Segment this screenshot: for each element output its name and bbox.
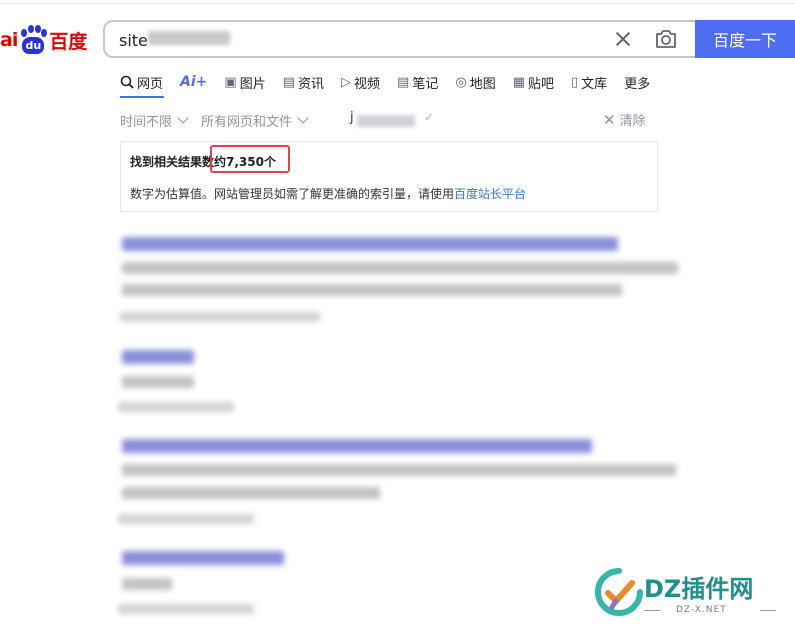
tab-images[interactable]: ▣ 图片	[224, 72, 265, 92]
result-snippet	[122, 284, 622, 296]
clear-search-icon[interactable]	[610, 28, 636, 52]
result-title[interactable]	[122, 350, 194, 364]
search-button[interactable]: 百度一下	[695, 20, 795, 58]
tab-tieba[interactable]: ▦ 贴吧	[513, 72, 554, 92]
scope-filter[interactable]: 所有网页和文件	[201, 111, 309, 130]
result-url[interactable]	[120, 312, 320, 322]
map-icon: ◎	[455, 74, 467, 90]
top-divider	[0, 3, 795, 4]
result-url[interactable]	[118, 514, 254, 524]
watermark-divider	[644, 610, 660, 611]
result-snippet	[122, 376, 194, 388]
site-filter[interactable]: j	[350, 110, 354, 125]
note-icon: ▤	[397, 74, 410, 90]
chevron-down-icon	[297, 111, 309, 124]
result-snippet	[122, 487, 380, 499]
tieba-icon: ▦	[512, 74, 525, 90]
tab-ai[interactable]: Ai+	[180, 72, 207, 92]
edit-icon[interactable]: ✓	[424, 110, 434, 124]
tab-video[interactable]: ▷ 视频	[341, 72, 380, 92]
result-count-box: 找到相关结果数约7,350个 数字为估算值。网站管理员如需了解更准确的索引量，请…	[120, 141, 658, 212]
tab-web[interactable]: 网页	[120, 72, 163, 92]
doc-icon: ▯	[571, 74, 579, 90]
result-snippet	[122, 262, 678, 274]
video-icon: ▷	[341, 74, 352, 90]
result-snippet	[122, 578, 172, 590]
result-count-note: 数字为估算值。网站管理员如需了解更准确的索引量，请使用百度站长平台	[130, 187, 527, 201]
search-tabs: 网页 Ai+ ▣ 图片 ▤ 资讯 ▷ 视频 ▤ 笔记 ◎ 地图 ▦ 贴吧 ▯ 文…	[120, 72, 667, 96]
active-tab-indicator	[120, 96, 164, 98]
redacted-query	[148, 31, 230, 45]
logo-text-cn: 百度	[49, 30, 88, 53]
dz-logo-icon	[595, 568, 643, 616]
watermark-text: DZ插件网	[644, 575, 754, 603]
result-title[interactable]	[122, 439, 592, 453]
time-filter[interactable]: 时间不限	[120, 111, 189, 130]
tab-more[interactable]: 更多	[624, 72, 650, 92]
tab-wenku[interactable]: ▯ 文库	[571, 72, 607, 92]
ai-icon: Ai+	[180, 74, 208, 90]
paw-icon: du	[18, 25, 48, 55]
highlight-box	[210, 145, 290, 173]
chevron-down-icon	[177, 111, 189, 124]
result-url[interactable]	[118, 402, 234, 412]
result-title[interactable]	[122, 237, 618, 251]
result-title[interactable]	[122, 551, 284, 565]
tab-notes[interactable]: ▤ 笔记	[397, 72, 438, 92]
tab-news[interactable]: ▤ 资讯	[283, 72, 324, 92]
result-url[interactable]	[118, 604, 254, 614]
filter-bar: 时间不限 所有网页和文件	[120, 110, 321, 130]
redacted-site	[357, 115, 415, 127]
watermark-divider	[760, 610, 776, 611]
image-icon: ▣	[224, 74, 237, 90]
logo-text-latin: ai	[0, 29, 18, 51]
camera-icon[interactable]	[654, 28, 678, 50]
search-icon	[120, 75, 134, 89]
watermark: DZ插件网 DZ-X.NET	[592, 563, 792, 629]
tab-map[interactable]: ◎ 地图	[455, 72, 495, 92]
watermark-subtext: DZ-X.NET	[676, 605, 727, 615]
baidu-logo[interactable]: ai du 百度	[0, 22, 87, 58]
result-snippet	[122, 464, 676, 476]
news-icon: ▤	[282, 74, 295, 90]
clear-filter-button[interactable]: ✕ 清除	[603, 110, 646, 130]
webmaster-platform-link[interactable]: 百度站长平台	[454, 187, 526, 201]
close-icon: ✕	[603, 110, 616, 129]
